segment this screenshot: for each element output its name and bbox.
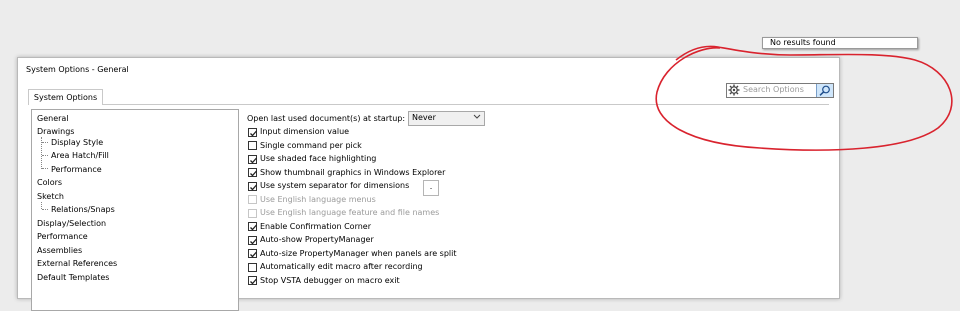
startup-label: Open last used document(s) at startup: [247, 114, 406, 123]
option-label: Enable Confirmation Corner [260, 221, 372, 231]
tree-connector [41, 202, 42, 209]
search-button[interactable] [816, 84, 833, 97]
option-label: Input dimension value [260, 127, 350, 136]
startup-dropdown[interactable]: Never [408, 111, 485, 126]
tree-item-drawings-performance[interactable]: Performance [51, 165, 102, 175]
option-checkbox[interactable] [248, 276, 257, 285]
tree-item-assemblies[interactable]: Assemblies [37, 246, 82, 256]
option-label: Stop VSTA debugger on macro exit [260, 275, 400, 285]
checkmark-icon [250, 157, 257, 163]
search-options-box[interactable]: Search Options [726, 83, 834, 98]
no-results-text: No results found [770, 38, 836, 47]
checkmark-icon [250, 251, 257, 258]
checkmark-icon [250, 238, 257, 244]
chevron-down-icon [473, 114, 481, 119]
option-checkbox[interactable] [248, 181, 257, 191]
option-label: Use shaded face highlighting [260, 154, 377, 163]
option-label: Use system separator for dimensions [260, 181, 410, 190]
tree-item-drawings[interactable]: Drawings [37, 127, 74, 137]
tree-item-general[interactable]: General [37, 114, 69, 124]
option-label: Auto-size PropertyManager when panels ar… [260, 248, 457, 258]
option-checkbox[interactable] [248, 249, 257, 258]
option-checkbox [248, 195, 257, 204]
option-checkbox[interactable] [248, 262, 257, 272]
tree-item-relations-snaps[interactable]: Relations/Snaps [51, 205, 115, 215]
search-icon [819, 85, 830, 96]
option-checkbox[interactable] [248, 127, 257, 137]
tree-item-area-hatch-fill[interactable]: Area Hatch/Fill [51, 151, 109, 161]
option-label: Automatically edit macro after recording [260, 262, 423, 271]
option-checkbox[interactable] [248, 168, 257, 177]
option-checkbox[interactable] [248, 141, 257, 150]
option-label: Show thumbnail graphics in Windows Explo… [260, 167, 446, 177]
option-label: Auto-show PropertyManager [260, 235, 374, 244]
tree-item-default-templates[interactable]: Default Templates [37, 273, 109, 283]
tree-item-external-references[interactable]: External References [37, 259, 117, 269]
separator-input[interactable]: . [423, 180, 439, 196]
tab-underline [28, 104, 829, 105]
option-checkbox[interactable] [248, 222, 257, 231]
option-checkbox [248, 208, 257, 218]
option-checkbox[interactable] [248, 154, 257, 164]
tree-item-colors[interactable]: Colors [37, 178, 62, 188]
gear-icon[interactable] [728, 84, 740, 96]
tree-connector [42, 142, 48, 143]
search-placeholder: Search Options [743, 85, 804, 94]
option-label: Use English language feature and file na… [260, 208, 440, 217]
checkmark-icon [250, 170, 257, 177]
checkmark-icon [250, 130, 257, 136]
search-results-popup: No results found [762, 37, 918, 49]
options-tree[interactable]: General Drawings Display Style Area Hatc… [31, 109, 239, 311]
tree-connector [42, 168, 48, 169]
dialog-title: System Options - General [26, 65, 129, 74]
startup-value: Never [412, 113, 436, 122]
checkmark-icon [250, 184, 257, 190]
tree-item-display-style[interactable]: Display Style [51, 138, 103, 148]
tree-item-sketch[interactable]: Sketch [37, 192, 64, 202]
tree-item-performance[interactable]: Performance [37, 232, 88, 242]
tab-system-options[interactable]: System Options [28, 89, 103, 105]
tree-connector [42, 155, 48, 156]
system-options-dialog: System Options - General System Options … [17, 57, 840, 311]
tree-item-display-selection[interactable]: Display/Selection [37, 219, 106, 229]
option-label: Single command per pick [260, 140, 362, 150]
checkmark-icon [250, 224, 257, 231]
option-label: Use English language menus [260, 194, 376, 204]
option-checkbox[interactable] [248, 235, 257, 245]
tree-connector [42, 209, 48, 210]
